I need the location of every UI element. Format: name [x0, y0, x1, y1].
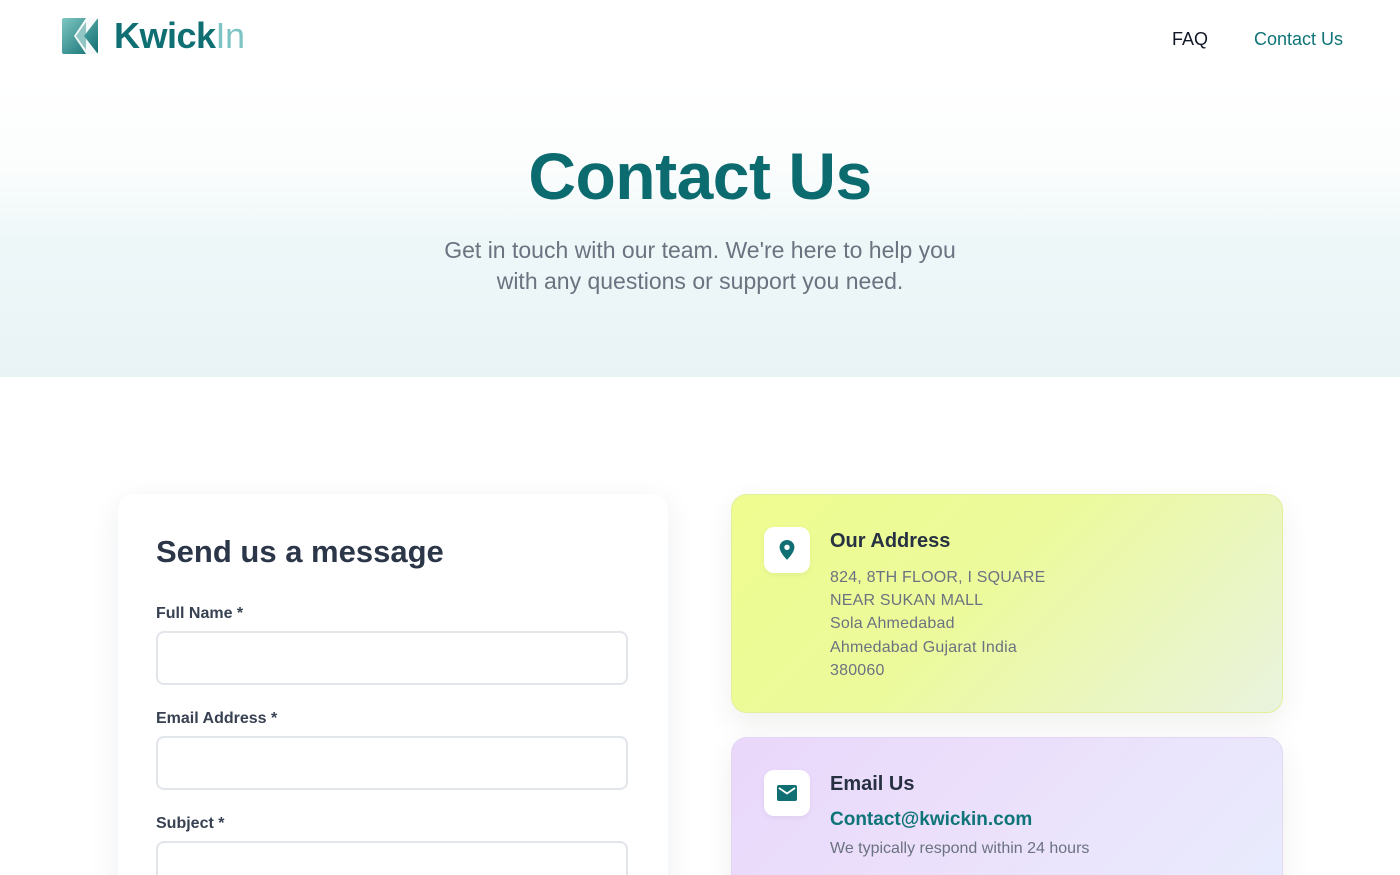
email-icon-tile [764, 770, 810, 816]
address-postal-code: 380060 [830, 662, 885, 679]
kwickin-logo-icon [62, 18, 98, 54]
brand-name: KwickIn [114, 18, 245, 54]
form-title: Send us a message [156, 534, 444, 569]
hero-section: Contact Us Get in touch with our team. W… [0, 78, 1400, 377]
brand-name-bold: Kwick [114, 15, 216, 56]
address-icon-tile [764, 527, 810, 573]
full-name-input[interactable] [156, 631, 628, 685]
email-card: Email Us Contact@kwickin.com We typicall… [731, 737, 1283, 875]
main-nav: FAQ Contact Us [1172, 28, 1343, 50]
address-line: Ahmedabad Gujarat India [830, 639, 1017, 656]
subject-input[interactable] [156, 841, 628, 875]
location-pin-icon [779, 540, 795, 560]
brand-logo[interactable]: KwickIn [62, 18, 245, 54]
address-card: Our Address 824, 8TH FLOOR, I SQUARE NEA… [731, 494, 1283, 713]
mail-icon [777, 785, 797, 801]
page-title: Contact Us [528, 139, 872, 213]
subtitle-line-2: with any questions or support you need. [496, 268, 904, 294]
full-name-label: Full Name * [156, 605, 244, 622]
nav-link-faq[interactable]: FAQ [1172, 28, 1208, 50]
address-line: Sola Ahmedabad [830, 615, 955, 632]
email-address-label: Email Address * [156, 710, 278, 727]
subject-label: Subject * [156, 815, 225, 832]
brand-name-light: In [215, 15, 246, 56]
address-line: NEAR SUKAN MALL [830, 592, 984, 609]
top-navbar: KwickIn FAQ Contact Us [0, 0, 1400, 78]
nav-link-contact-us[interactable]: Contact Us [1254, 28, 1343, 50]
page: KwickIn FAQ Contact Us Contact Us Get in… [0, 0, 1400, 875]
address-card-title: Our Address [830, 530, 951, 552]
contact-email-link[interactable]: Contact@kwickin.com [830, 808, 1032, 832]
email-card-title: Email Us [830, 773, 915, 795]
contact-form-card: Send us a message Full Name * Email Addr… [118, 494, 668, 875]
email-address-input[interactable] [156, 736, 628, 790]
response-time-note: We typically respond within 24 hours [830, 840, 1090, 857]
subtitle-line-1: Get in touch with our team. We're here t… [444, 237, 956, 263]
page-subtitle: Get in touch with our team. We're here t… [400, 235, 1000, 297]
address-line: 824, 8TH FLOOR, I SQUARE [830, 569, 1046, 586]
